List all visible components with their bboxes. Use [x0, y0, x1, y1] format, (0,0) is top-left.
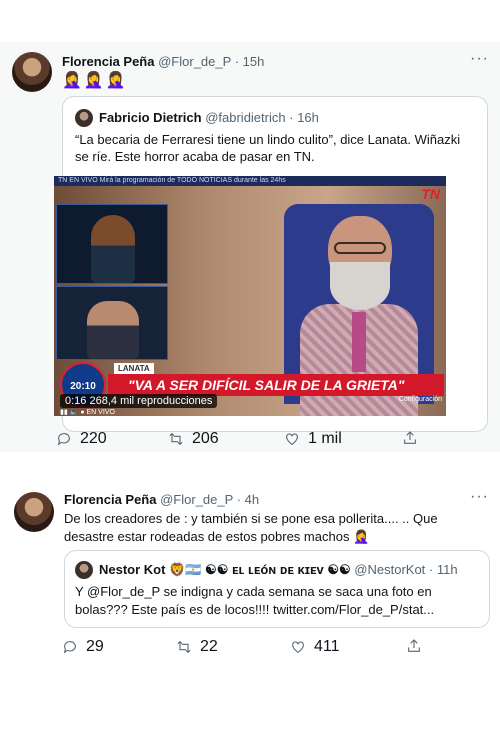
beard-shape	[330, 262, 390, 310]
reply-button[interactable]: 29	[62, 638, 104, 656]
video-ticker: TN EN VIVO Mirá la programación de TODO …	[54, 176, 446, 186]
author-name[interactable]: Florencia Peña	[62, 54, 154, 69]
reply-icon	[56, 431, 72, 447]
quoted-header: Nestor Kot 🦁🇦🇷 ☯☯ ᴇʟ ʟᴇóɴ ᴅᴇ ᴋɪᴇᴠ ☯☯ @Ne…	[99, 562, 458, 578]
tweet-2[interactable]: Florencia Peña @Flor_de_P · 4h ··· De lo…	[0, 482, 500, 750]
settings-link[interactable]: Configuración	[399, 396, 442, 403]
heart-icon	[290, 639, 306, 655]
author-name[interactable]: Florencia Peña	[64, 492, 156, 507]
author-handle[interactable]: @Flor_de_P	[160, 492, 233, 507]
reply-count: 220	[80, 430, 107, 447]
dot-separator: ·	[428, 562, 434, 577]
timestamp[interactable]: 4h	[245, 492, 259, 507]
anchor-figure	[91, 215, 135, 283]
video-duration: 0:16	[65, 395, 87, 407]
retweet-button[interactable]: 22	[176, 638, 218, 656]
guest-figure	[87, 301, 139, 359]
share-button[interactable]	[402, 430, 418, 446]
video-overlay: 0:16 268,4 mil reproducciones	[60, 394, 218, 408]
dot-separator: ·	[234, 54, 240, 69]
quoted-author-name[interactable]: Fabricio Dietrich	[99, 110, 202, 125]
retweet-count: 22	[200, 638, 218, 655]
avatar[interactable]	[14, 492, 54, 532]
quoted-avatar[interactable]	[75, 109, 93, 127]
section-separator	[0, 452, 500, 482]
inset-feed-2	[56, 286, 168, 360]
reply-icon	[62, 639, 78, 655]
more-options-icon[interactable]: ···	[470, 488, 489, 506]
like-button[interactable]: 411	[290, 638, 340, 656]
video-player[interactable]: TN EN VIVO Mirá la programación de TODO …	[54, 176, 446, 416]
quoted-avatar[interactable]	[75, 561, 93, 579]
video-views: 268,4 mil reproducciones	[89, 395, 213, 407]
more-options-icon[interactable]: ···	[470, 50, 489, 68]
quoted-header: Fabricio Dietrich @fabridietrich · 16h	[99, 110, 319, 125]
like-count: 1 mil	[308, 430, 342, 447]
retweet-icon	[168, 431, 184, 447]
quoted-author-handle[interactable]: @NestorKot	[354, 562, 425, 577]
quoted-text: “La becaria de Ferraresi tiene un lindo …	[75, 132, 461, 164]
heart-icon	[284, 431, 300, 447]
quoted-author-name[interactable]: Nestor Kot 🦁🇦🇷 ☯☯ ᴇʟ ʟᴇóɴ ᴅᴇ ᴋɪᴇᴠ ☯☯	[99, 562, 351, 577]
share-icon	[402, 430, 418, 446]
top-spacer	[0, 0, 500, 42]
inset-feed-1	[56, 204, 168, 284]
reply-count: 29	[86, 638, 104, 655]
retweet-button[interactable]: 206	[168, 430, 219, 448]
quoted-author-handle[interactable]: @fabridietrich	[205, 110, 285, 125]
live-label: ● EN VIVO	[80, 409, 115, 416]
quoted-timestamp[interactable]: 16h	[297, 110, 319, 125]
channel-logo: TN	[421, 186, 440, 202]
quoted-text: Y @Flor_de_P se indigna y cada semana se…	[75, 584, 435, 617]
quoted-tweet[interactable]: Nestor Kot 🦁🇦🇷 ☯☯ ᴇʟ ʟᴇóɴ ᴅᴇ ᴋɪᴇᴠ ☯☯ @Ne…	[64, 550, 490, 628]
tweet-text: De los creadores de : y también si se po…	[64, 511, 438, 544]
play-icon[interactable]: ▮▮	[60, 409, 68, 416]
reply-button[interactable]: 220	[56, 430, 107, 448]
tweet-header: Florencia Peña @Flor_de_P · 15h	[62, 54, 264, 69]
video-controls[interactable]: ▮▮ 🔈 ● EN VIVO	[60, 408, 115, 416]
author-handle[interactable]: @Flor_de_P	[158, 54, 231, 69]
tie-shape	[352, 312, 366, 372]
timestamp[interactable]: 15h	[243, 54, 265, 69]
like-count: 411	[314, 638, 340, 655]
tweet-1[interactable]: Florencia Peña @Flor_de_P · 15h ··· 🤦‍♀️…	[0, 42, 500, 452]
headline-banner: "VA A SER DIFÍCIL SALIR DE LA GRIETA"	[108, 374, 444, 396]
glasses-shape	[334, 242, 386, 254]
tweet-header: Florencia Peña @Flor_de_P · 4h	[64, 492, 259, 507]
share-button[interactable]	[406, 638, 422, 654]
retweet-count: 206	[192, 430, 219, 447]
dot-separator: ·	[289, 110, 294, 125]
retweet-icon	[176, 639, 192, 655]
volume-icon[interactable]: 🔈	[70, 409, 79, 416]
quoted-timestamp[interactable]: 11h	[437, 562, 458, 577]
name-label: LANATA	[114, 363, 154, 374]
tweet-text: 🤦‍♀️🤦‍♀️🤦‍♀️	[62, 72, 128, 89]
share-icon	[406, 638, 422, 654]
avatar[interactable]	[12, 52, 52, 92]
like-button[interactable]: 1 mil	[284, 430, 342, 448]
dot-separator: ·	[236, 492, 242, 507]
